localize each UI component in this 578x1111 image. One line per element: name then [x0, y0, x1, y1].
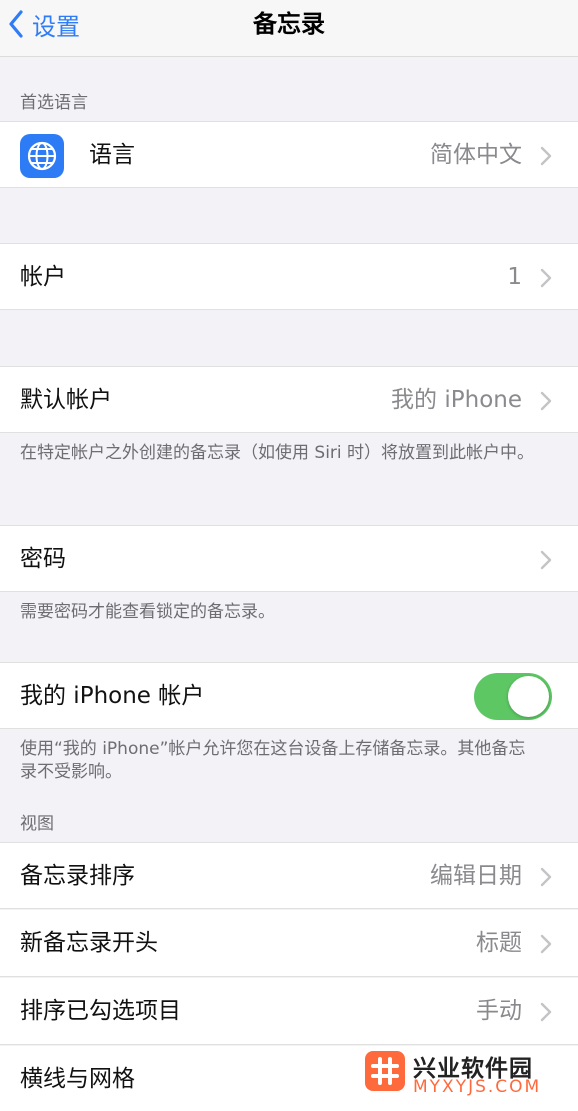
row-separator: [20, 908, 578, 909]
page-title: 备忘录: [253, 10, 325, 38]
chevron-right-icon: [540, 1002, 552, 1022]
row-separator: [20, 976, 578, 977]
password-row[interactable]: 密码: [0, 525, 578, 592]
language-row[interactable]: 语言 简体中文: [0, 121, 578, 188]
iphone-account-row: 我的 iPhone 帐户: [0, 662, 578, 729]
language-value: 简体中文: [430, 142, 522, 168]
chevron-right-icon: [540, 146, 552, 166]
sort-notes-value: 编辑日期: [430, 863, 522, 889]
navigation-bar: 设置 备忘录: [0, 0, 578, 57]
watermark-subtitle: MYXYJS.COM: [413, 1077, 542, 1097]
chevron-right-icon: [540, 934, 552, 954]
toggle-knob: [508, 676, 549, 717]
sort-checked-items-label: 排序已勾选项目: [20, 998, 181, 1024]
accounts-label: 帐户: [20, 264, 66, 290]
lines-and-grids-label: 横线与网格: [20, 1066, 135, 1092]
globe-icon: [20, 134, 64, 178]
accounts-row[interactable]: 帐户 1: [0, 243, 578, 310]
accounts-count: 1: [507, 264, 522, 290]
default-account-value: 我的 iPhone: [391, 387, 522, 413]
new-notes-start-row[interactable]: 新备忘录开头 标题: [0, 910, 578, 977]
iphone-account-toggle[interactable]: [474, 673, 552, 720]
password-footer: 需要密码才能查看锁定的备忘录。: [20, 602, 275, 622]
sort-checked-items-value: 手动: [476, 998, 522, 1024]
section-header-language: 首选语言: [20, 93, 88, 113]
iphone-account-label: 我的 iPhone 帐户: [20, 683, 205, 709]
chevron-right-icon: [540, 268, 552, 288]
row-separator: [20, 1044, 578, 1045]
default-account-row[interactable]: 默认帐户 我的 iPhone: [0, 366, 578, 433]
site-watermark: 兴业软件园 MYXYJS.COM: [365, 1051, 570, 1097]
password-label: 密码: [20, 546, 66, 572]
default-account-label: 默认帐户: [20, 387, 112, 413]
watermark-logo-icon: [365, 1051, 405, 1091]
language-label: 语言: [89, 142, 135, 168]
default-account-footer: 在特定帐户之外创建的备忘录（如使用 Siri 时）将放置到此帐户中。: [20, 443, 535, 463]
chevron-right-icon: [540, 867, 552, 887]
chevron-right-icon: [540, 550, 552, 570]
notes-settings-screen: 设置 备忘录 首选语言 语言 简体中文 帐户 1 默认帐户 我的 iPhone: [0, 0, 578, 1111]
section-header-view: 视图: [20, 814, 54, 834]
sort-notes-label: 备忘录排序: [20, 863, 135, 889]
sort-notes-row[interactable]: 备忘录排序 编辑日期: [0, 842, 578, 909]
new-notes-start-value: 标题: [476, 930, 522, 956]
chevron-right-icon: [540, 391, 552, 411]
iphone-account-footer: 使用“我的 iPhone”帐户允许您在这台设备上存储备忘录。其他备忘录不受影响。: [20, 739, 526, 782]
sort-checked-items-row[interactable]: 排序已勾选项目 手动: [0, 978, 578, 1045]
new-notes-start-label: 新备忘录开头: [20, 930, 158, 956]
